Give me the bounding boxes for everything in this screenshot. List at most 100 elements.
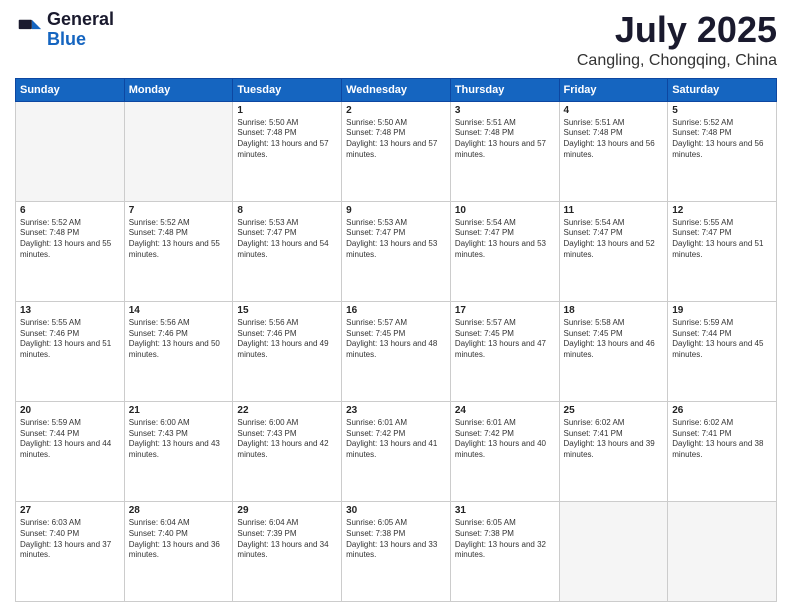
day-info: Sunrise: 6:05 AMSunset: 7:38 PMDaylight:… <box>346 518 446 561</box>
day-number: 27 <box>20 505 120 516</box>
day-number: 2 <box>346 105 446 116</box>
calendar-cell: 6Sunrise: 5:52 AMSunset: 7:48 PMDaylight… <box>16 201 125 301</box>
calendar-cell: 18 Sunrise: 5:58 AMSunset: 7:45 PMDayligh… <box>559 301 668 401</box>
day-info: Sunrise: 5:57 AMSunset: 7:45 PMDaylight:… <box>455 318 555 361</box>
day-number: 13 <box>20 305 120 316</box>
calendar-cell: 11Sunrise: 5:54 AMSunset: 7:47 PMDayligh… <box>559 201 668 301</box>
calendar-week-4: 27 Sunrise: 6:03 AMSunset: 7:40 PMDayligh… <box>16 501 777 601</box>
page: General Blue July 2025 Cangling, Chongqi… <box>0 0 792 612</box>
day-number: 21 <box>129 405 229 416</box>
day-info: Sunrise: 5:54 AMSunset: 7:47 PMDaylight:… <box>564 218 664 261</box>
title-block: July 2025 Cangling, Chongqing, China <box>577 10 777 70</box>
day-number: 3 <box>455 105 555 116</box>
day-info: Sunrise: 6:02 AMSunset: 7:41 PMDaylight:… <box>564 418 664 461</box>
calendar-cell: 29 Sunrise: 6:04 AMSunset: 7:39 PMDayligh… <box>233 501 342 601</box>
calendar-week-2: 13 Sunrise: 5:55 AMSunset: 7:46 PMDayligh… <box>16 301 777 401</box>
month-year: July 2025 <box>577 10 777 50</box>
day-info: Sunrise: 6:01 AMSunset: 7:42 PMDaylight:… <box>455 418 555 461</box>
day-number: 1 <box>237 105 337 116</box>
day-info: Sunrise: 5:52 AMSunset: 7:48 PMDaylight:… <box>129 218 229 261</box>
calendar-cell: 8Sunrise: 5:53 AMSunset: 7:47 PMDaylight… <box>233 201 342 301</box>
calendar-cell <box>559 501 668 601</box>
calendar-cell: 13 Sunrise: 5:55 AMSunset: 7:46 PMDayligh… <box>16 301 125 401</box>
day-number: 28 <box>129 505 229 516</box>
day-info: Sunrise: 6:04 AMSunset: 7:40 PMDaylight:… <box>129 518 229 561</box>
calendar-cell: 26 Sunrise: 6:02 AMSunset: 7:41 PMDayligh… <box>668 401 777 501</box>
calendar-cell: 24Sunrise: 6:01 AMSunset: 7:42 PMDayligh… <box>450 401 559 501</box>
logo-text-general: General <box>47 10 114 30</box>
day-info: Sunrise: 5:53 AMSunset: 7:47 PMDaylight:… <box>237 218 337 261</box>
day-info: Sunrise: 5:59 AMSunset: 7:44 PMDaylight:… <box>20 418 120 461</box>
calendar-cell: 9Sunrise: 5:53 AMSunset: 7:47 PMDaylight… <box>342 201 451 301</box>
day-number: 10 <box>455 205 555 216</box>
calendar-week-3: 20Sunrise: 5:59 AMSunset: 7:44 PMDayligh… <box>16 401 777 501</box>
day-info: Sunrise: 5:52 AMSunset: 7:48 PMDaylight:… <box>20 218 120 261</box>
col-tuesday: Tuesday <box>233 78 342 101</box>
day-info: Sunrise: 5:50 AMSunset: 7:48 PMDaylight:… <box>346 118 446 161</box>
logo-text-blue: Blue <box>47 30 114 50</box>
day-info: Sunrise: 6:03 AMSunset: 7:40 PMDaylight:… <box>20 518 120 561</box>
calendar-cell <box>668 501 777 601</box>
day-info: Sunrise: 5:56 AMSunset: 7:46 PMDaylight:… <box>237 318 337 361</box>
calendar-cell: 12Sunrise: 5:55 AMSunset: 7:47 PMDayligh… <box>668 201 777 301</box>
day-number: 25 <box>564 405 664 416</box>
logo-icon <box>15 16 43 44</box>
calendar-cell: 17 Sunrise: 5:57 AMSunset: 7:45 PMDayligh… <box>450 301 559 401</box>
calendar-cell <box>16 101 125 201</box>
day-number: 4 <box>564 105 664 116</box>
col-thursday: Thursday <box>450 78 559 101</box>
col-friday: Friday <box>559 78 668 101</box>
calendar-cell: 27 Sunrise: 6:03 AMSunset: 7:40 PMDayligh… <box>16 501 125 601</box>
day-info: Sunrise: 5:59 AMSunset: 7:44 PMDaylight:… <box>672 318 772 361</box>
calendar-table: Sunday Monday Tuesday Wednesday Thursday… <box>15 78 777 602</box>
calendar-cell: 25 Sunrise: 6:02 AMSunset: 7:41 PMDayligh… <box>559 401 668 501</box>
calendar-cell: 21 Sunrise: 6:00 AMSunset: 7:43 PMDayligh… <box>124 401 233 501</box>
day-number: 14 <box>129 305 229 316</box>
day-info: Sunrise: 5:56 AMSunset: 7:46 PMDaylight:… <box>129 318 229 361</box>
calendar-cell: 1 Sunrise: 5:50 AMSunset: 7:48 PMDaylight… <box>233 101 342 201</box>
day-number: 18 <box>564 305 664 316</box>
day-info: Sunrise: 5:50 AMSunset: 7:48 PMDaylight:… <box>237 118 337 161</box>
calendar-header-row: Sunday Monday Tuesday Wednesday Thursday… <box>16 78 777 101</box>
calendar-week-0: 1 Sunrise: 5:50 AMSunset: 7:48 PMDaylight… <box>16 101 777 201</box>
day-number: 9 <box>346 205 446 216</box>
day-number: 29 <box>237 505 337 516</box>
day-info: Sunrise: 6:02 AMSunset: 7:41 PMDaylight:… <box>672 418 772 461</box>
calendar-cell: 22Sunrise: 6:00 AMSunset: 7:43 PMDayligh… <box>233 401 342 501</box>
day-number: 19 <box>672 305 772 316</box>
location: Cangling, Chongqing, China <box>577 52 777 70</box>
day-number: 5 <box>672 105 772 116</box>
day-info: Sunrise: 6:00 AMSunset: 7:43 PMDaylight:… <box>129 418 229 461</box>
col-sunday: Sunday <box>16 78 125 101</box>
calendar-cell: 4 Sunrise: 5:51 AMSunset: 7:48 PMDaylight… <box>559 101 668 201</box>
day-number: 16 <box>346 305 446 316</box>
day-info: Sunrise: 5:51 AMSunset: 7:48 PMDaylight:… <box>455 118 555 161</box>
col-saturday: Saturday <box>668 78 777 101</box>
col-wednesday: Wednesday <box>342 78 451 101</box>
day-number: 31 <box>455 505 555 516</box>
day-number: 26 <box>672 405 772 416</box>
calendar-cell: 28 Sunrise: 6:04 AMSunset: 7:40 PMDayligh… <box>124 501 233 601</box>
day-number: 17 <box>455 305 555 316</box>
calendar-cell: 7 Sunrise: 5:52 AMSunset: 7:48 PMDaylight… <box>124 201 233 301</box>
day-info: Sunrise: 6:04 AMSunset: 7:39 PMDaylight:… <box>237 518 337 561</box>
calendar-cell: 10 Sunrise: 5:54 AMSunset: 7:47 PMDayligh… <box>450 201 559 301</box>
calendar-cell: 23Sunrise: 6:01 AMSunset: 7:42 PMDayligh… <box>342 401 451 501</box>
day-number: 30 <box>346 505 446 516</box>
calendar-cell: 5 Sunrise: 5:52 AMSunset: 7:48 PMDaylight… <box>668 101 777 201</box>
calendar-cell <box>124 101 233 201</box>
day-info: Sunrise: 5:54 AMSunset: 7:47 PMDaylight:… <box>455 218 555 261</box>
calendar-cell: 31 Sunrise: 6:05 AMSunset: 7:38 PMDayligh… <box>450 501 559 601</box>
day-number: 15 <box>237 305 337 316</box>
day-info: Sunrise: 6:05 AMSunset: 7:38 PMDaylight:… <box>455 518 555 561</box>
calendar-cell: 16Sunrise: 5:57 AMSunset: 7:45 PMDayligh… <box>342 301 451 401</box>
calendar-cell: 15 Sunrise: 5:56 AMSunset: 7:46 PMDayligh… <box>233 301 342 401</box>
day-info: Sunrise: 5:58 AMSunset: 7:45 PMDaylight:… <box>564 318 664 361</box>
calendar-cell: 3 Sunrise: 5:51 AMSunset: 7:48 PMDaylight… <box>450 101 559 201</box>
calendar-cell: 30 Sunrise: 6:05 AMSunset: 7:38 PMDayligh… <box>342 501 451 601</box>
day-info: Sunrise: 5:55 AMSunset: 7:46 PMDaylight:… <box>20 318 120 361</box>
day-info: Sunrise: 6:01 AMSunset: 7:42 PMDaylight:… <box>346 418 446 461</box>
day-info: Sunrise: 5:52 AMSunset: 7:48 PMDaylight:… <box>672 118 772 161</box>
day-info: Sunrise: 5:51 AMSunset: 7:48 PMDaylight:… <box>564 118 664 161</box>
day-number: 7 <box>129 205 229 216</box>
